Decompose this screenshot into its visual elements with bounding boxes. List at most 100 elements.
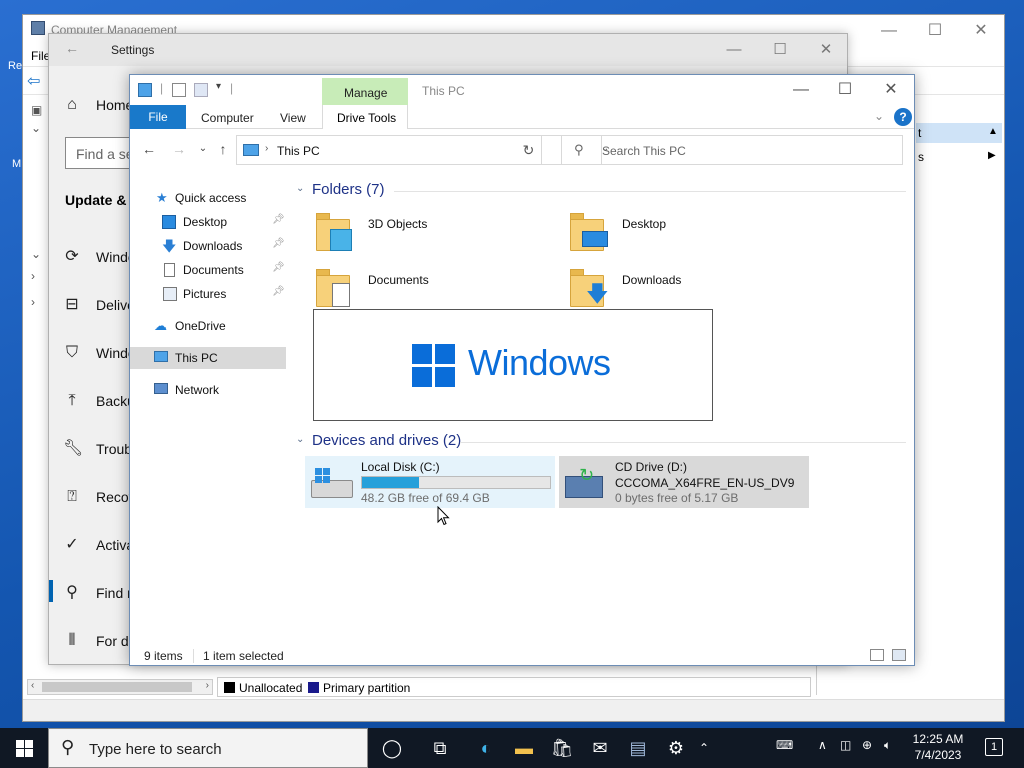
folder-item[interactable]: 🡇 Downloads (560, 267, 790, 315)
settings-close-button[interactable]: ✕ (803, 38, 847, 62)
manage-tab[interactable]: Manage (322, 78, 408, 106)
tab-file[interactable]: File (130, 105, 186, 129)
chevron-down-icon[interactable]: ⌄ (31, 121, 41, 135)
tree-item-this-pc[interactable]: This PC (130, 347, 286, 369)
volume-muted-icon[interactable]: 🔈︎ (884, 738, 891, 753)
folder-item[interactable]: Desktop (560, 211, 790, 259)
tab-computer[interactable]: Computer (201, 111, 254, 125)
drive-local-disk-c[interactable]: Local Disk (C:) 48.2 GB free of 69.4 GB (305, 456, 555, 508)
address-bar[interactable]: › This PC ⌄ (236, 135, 609, 165)
edge-icon[interactable]: ◐ (472, 734, 500, 762)
language-icon[interactable]: ⊕ (862, 738, 872, 752)
chevron-down-icon[interactable]: ⌄ (296, 434, 304, 445)
back-arrow-icon[interactable]: ← (65, 40, 79, 56)
new-folder-icon[interactable] (194, 83, 208, 97)
cortana-icon[interactable]: ◯ (378, 734, 406, 762)
computer-management-icon[interactable]: ▤ (624, 734, 652, 762)
file-explorer-window[interactable]: | ▾ | Manage This PC — ☐ ✕ File Computer… (129, 74, 915, 666)
folder-item[interactable]: Documents (306, 267, 536, 315)
back-arrow-icon[interactable]: ⇦ (27, 71, 40, 91)
chevron-down-icon[interactable]: ▾ (216, 81, 221, 92)
taskbar-search-input[interactable]: ⚲ Type here to search (48, 728, 368, 768)
settings-nav-item[interactable]: ✓ Activa (49, 522, 134, 570)
settings-maximize-button[interactable]: ☐ (757, 38, 803, 62)
settings-nav-item[interactable]: ⊟ Delive (49, 282, 135, 330)
scroll-right-icon[interactable]: › (206, 680, 209, 691)
cm-minimize-button[interactable]: — (866, 19, 912, 43)
cm-horizontal-scrollbar[interactable]: ‹ › (27, 679, 213, 695)
pin-icon[interactable]: 📌︎ (272, 286, 285, 297)
explorer-maximize-button[interactable]: ☐ (822, 78, 868, 102)
settings-nav-item[interactable]: ⤒ Backu (49, 378, 134, 426)
tree-item-documents[interactable]: Documents 📌︎ (130, 259, 286, 281)
settings-minimize-button[interactable]: — (711, 38, 757, 62)
settings-nav-item[interactable]: ⛉ Windo (49, 330, 136, 378)
clock[interactable]: 12:25 AM 7/4/2023 (906, 731, 970, 763)
scroll-thumb[interactable] (42, 682, 192, 692)
cm-actions-header[interactable]: t ▲ (916, 123, 1002, 143)
tree-item-network[interactable]: Network (130, 379, 286, 401)
tree-item-quick-access[interactable]: ★ Quick access (130, 187, 286, 209)
forward-button[interactable]: → (170, 140, 188, 158)
primary-partition-swatch (308, 682, 319, 693)
explorer-close-button[interactable]: ✕ (868, 78, 914, 102)
settings-gear-icon[interactable]: ⚙ (662, 734, 690, 762)
task-view-icon[interactable]: ⧉ (426, 734, 454, 762)
chevron-up-icon[interactable]: ⌃ (694, 734, 714, 762)
chevron-down-icon[interactable]: ⌄ (31, 247, 41, 261)
up-button[interactable]: ↑ (214, 140, 232, 158)
details-view-icon[interactable] (870, 649, 884, 661)
devices-group-header[interactable]: ⌄ Devices and drives (2) (296, 432, 908, 452)
chevron-right-icon[interactable]: › (31, 295, 35, 309)
settings-nav-item[interactable]: ⫴ For de (49, 618, 137, 664)
cm-maximize-button[interactable]: ☐ (912, 19, 958, 43)
drive-cd-d[interactable]: ↻ CD Drive (D:) CCCOMA_X64FRE_EN-US_DV9 … (559, 456, 809, 508)
help-icon[interactable]: ? (894, 108, 912, 126)
refresh-button[interactable]: ↻ (516, 135, 542, 165)
explorer-titlebar[interactable]: | ▾ | Manage This PC — ☐ ✕ (130, 75, 914, 106)
pin-icon[interactable]: 📌︎ (272, 214, 285, 225)
folder-item[interactable]: 3D Objects (306, 211, 536, 259)
settings-titlebar[interactable]: ← Settings — ☐ ✕ (49, 34, 847, 66)
store-icon[interactable]: 🛍︎ (548, 734, 576, 762)
triangle-up-icon[interactable]: ▲ (988, 126, 998, 137)
tree-item-onedrive[interactable]: ☁ OneDrive (130, 315, 286, 337)
cm-actions-more[interactable]: s ▶ (916, 147, 1002, 167)
settings-nav-item[interactable]: ⍰ Recov (49, 474, 136, 522)
notification-center-icon[interactable]: 1 (985, 738, 1003, 756)
search-input[interactable]: ⚲ Search This PC (561, 135, 903, 165)
tree-item-desktop[interactable]: Desktop 📌︎ (130, 211, 286, 233)
scroll-left-icon[interactable]: ‹ (31, 680, 34, 691)
meet-now-icon[interactable]: ◫ (840, 738, 851, 752)
chevron-right-icon[interactable]: › (265, 143, 268, 154)
file-explorer-icon[interactable]: ▬ (510, 734, 538, 762)
chevron-up-icon[interactable]: ∧ (818, 738, 827, 752)
recent-locations-button[interactable]: ⌄ (194, 140, 212, 158)
tree-label: This PC (175, 351, 218, 365)
back-button[interactable]: ← (140, 140, 158, 158)
triangle-right-icon[interactable]: ▶ (988, 150, 996, 161)
folder-3d-objects-icon (316, 211, 354, 255)
chevron-right-icon[interactable]: › (31, 269, 35, 283)
folder-documents-icon (316, 267, 354, 311)
folders-group-header[interactable]: ⌄ Folders (7) (296, 181, 908, 201)
ribbon-collapse-icon[interactable]: ⌄ (874, 109, 884, 123)
explorer-minimize-button[interactable]: — (778, 78, 824, 102)
keyboard-icon[interactable]: ⌨ (776, 738, 793, 752)
start-button[interactable] (0, 728, 48, 768)
properties-icon[interactable] (172, 83, 186, 97)
cm-close-button[interactable]: ✕ (958, 19, 1004, 43)
chevron-down-icon[interactable]: ⌄ (296, 183, 304, 194)
mail-icon[interactable]: ✉ (586, 734, 614, 762)
tab-view[interactable]: View (280, 111, 306, 125)
settings-nav-item[interactable]: ⟳ Windo (49, 234, 135, 282)
pin-icon[interactable]: 📌︎ (272, 262, 285, 273)
tab-drive-tools[interactable]: Drive Tools (322, 105, 408, 129)
pin-icon[interactable]: 📌︎ (272, 238, 285, 249)
settings-nav-item[interactable]: ⚲ Find n (49, 570, 135, 618)
tree-item-downloads[interactable]: 🡇 Downloads 📌︎ (130, 235, 286, 257)
settings-home[interactable]: ⌂ Home (49, 82, 133, 130)
large-icons-view-icon[interactable] (892, 649, 906, 661)
tree-item-pictures[interactable]: Pictures 📌︎ (130, 283, 286, 305)
settings-nav-item[interactable]: 🔧︎ Troub (49, 426, 132, 474)
